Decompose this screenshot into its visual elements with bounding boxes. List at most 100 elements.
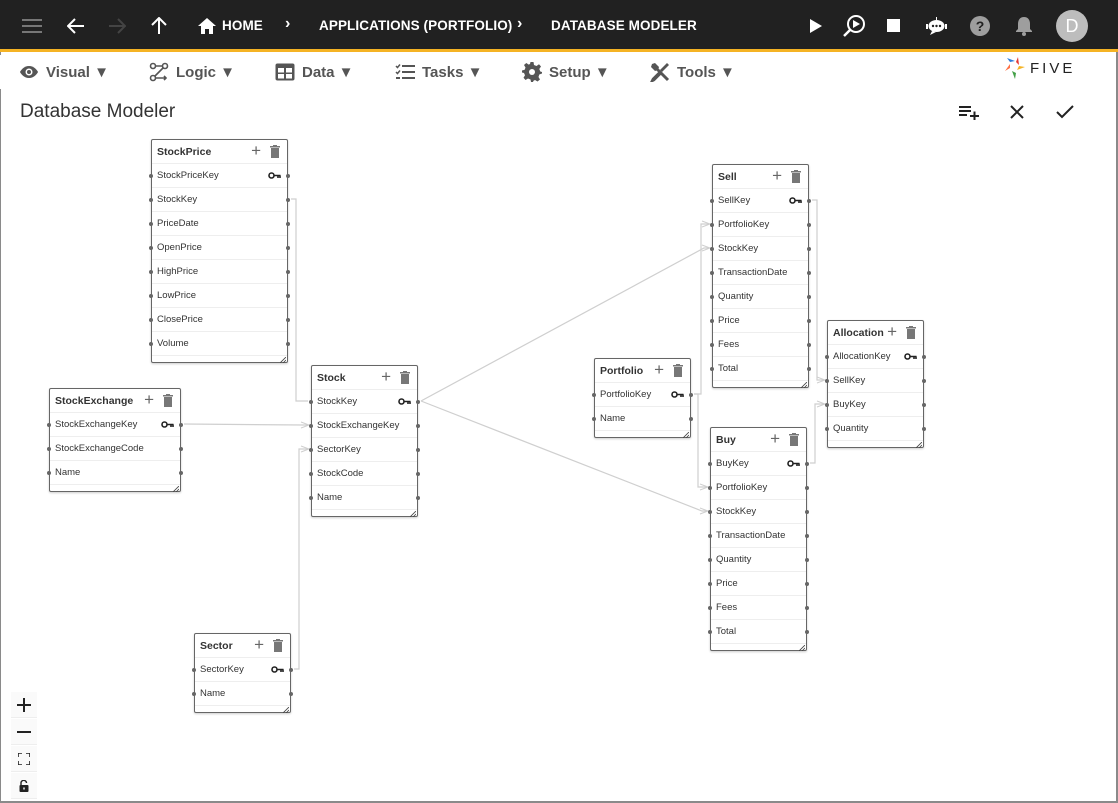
delete-entity-icon[interactable]: [791, 170, 801, 183]
chatbot-icon[interactable]: [924, 14, 948, 38]
connector-handle-right[interactable]: [286, 294, 290, 298]
field-row[interactable]: Name: [309, 486, 420, 510]
delete-entity-icon[interactable]: [400, 371, 410, 384]
delete-entity-icon[interactable]: [163, 394, 173, 407]
breadcrumb-home[interactable]: HOME: [222, 18, 263, 33]
connector-handle-right[interactable]: [689, 417, 693, 421]
resize-handle-icon[interactable]: [682, 430, 690, 439]
fit-view-button[interactable]: [11, 746, 37, 772]
menu-tools[interactable]: Tools ▼: [650, 61, 735, 83]
notifications-icon[interactable]: [1012, 14, 1036, 38]
add-field-icon[interactable]: +: [654, 361, 664, 378]
connector-handle-right[interactable]: [805, 630, 809, 634]
entity-buy[interactable]: Buy + BuyKey PortfolioKey StockKey Transactio…: [708, 427, 809, 652]
entity-header[interactable]: Portfolio +: [595, 359, 690, 383]
entity-header[interactable]: Buy +: [711, 428, 806, 452]
connector-handle-left[interactable]: [708, 462, 712, 466]
entity-allocation[interactable]: Allocation + AllocationKey SellKey BuyKey Qua…: [825, 320, 926, 449]
debug-run-icon[interactable]: [842, 14, 866, 38]
zoom-out-button[interactable]: [11, 719, 37, 745]
connector-handle-right[interactable]: [805, 534, 809, 538]
connector-handle-right[interactable]: [807, 319, 811, 323]
field-row[interactable]: Name: [592, 407, 693, 431]
add-field-icon[interactable]: +: [254, 636, 264, 653]
connector-handle-left[interactable]: [149, 318, 153, 322]
field-row[interactable]: Name: [47, 461, 183, 485]
field-row[interactable]: SectorKey: [192, 658, 293, 682]
field-row[interactable]: StockKey: [708, 500, 809, 524]
connector-handle-left[interactable]: [149, 174, 153, 178]
connector-handle-left[interactable]: [592, 417, 596, 421]
connector-handle-right[interactable]: [179, 447, 183, 451]
check-icon[interactable]: [1054, 101, 1076, 123]
entity-portfolio[interactable]: Portfolio + PortfolioKey Name: [592, 358, 693, 439]
field-row[interactable]: PriceDate: [149, 212, 290, 236]
field-row[interactable]: HighPrice: [149, 260, 290, 284]
stop-icon[interactable]: [882, 14, 906, 38]
connector-handle-right[interactable]: [807, 271, 811, 275]
connector-handle-right[interactable]: [286, 270, 290, 274]
connector-handle-right[interactable]: [416, 400, 420, 404]
connector-handle-right[interactable]: [286, 222, 290, 226]
connector-handle-left[interactable]: [710, 367, 714, 371]
connector-handle-left[interactable]: [309, 496, 313, 500]
connector-handle-right[interactable]: [286, 342, 290, 346]
add-field-icon[interactable]: +: [381, 368, 391, 385]
connector-handle-right[interactable]: [807, 295, 811, 299]
connector-handle-left[interactable]: [47, 447, 51, 451]
connector-handle-left[interactable]: [149, 342, 153, 346]
connector-handle-right[interactable]: [179, 471, 183, 475]
connector-handle-left[interactable]: [710, 319, 714, 323]
field-row[interactable]: StockKey: [309, 390, 420, 414]
resize-handle-icon[interactable]: [915, 440, 923, 449]
add-field-icon[interactable]: +: [144, 391, 154, 408]
add-field-icon[interactable]: +: [251, 142, 261, 159]
connector-handle-left[interactable]: [309, 400, 313, 404]
resize-handle-icon[interactable]: [282, 705, 290, 714]
field-row[interactable]: OpenPrice: [149, 236, 290, 260]
entity-header[interactable]: StockExchange +: [50, 389, 180, 413]
connector-handle-right[interactable]: [286, 246, 290, 250]
resize-handle-icon[interactable]: [798, 643, 806, 652]
menu-data[interactable]: Data ▼: [275, 61, 354, 83]
field-row[interactable]: Fees: [708, 596, 809, 620]
delete-entity-icon[interactable]: [673, 364, 683, 377]
field-row[interactable]: StockExchangeKey: [47, 413, 183, 437]
delete-entity-icon[interactable]: [906, 326, 916, 339]
connector-handle-left[interactable]: [825, 379, 829, 383]
field-row[interactable]: PortfolioKey: [592, 383, 693, 407]
entity-sector[interactable]: Sector + SectorKey Name: [192, 633, 293, 714]
entity-header[interactable]: Allocation +: [828, 321, 923, 345]
connector-handle-right[interactable]: [805, 558, 809, 562]
entity-stockexchange[interactable]: StockExchange + StockExchangeKey StockExcha…: [47, 388, 183, 493]
lock-button[interactable]: [11, 773, 37, 799]
connector-handle-right[interactable]: [416, 424, 420, 428]
menu-visual[interactable]: Visual ▼: [19, 61, 109, 83]
connector-handle-left[interactable]: [192, 692, 196, 696]
connector-handle-left[interactable]: [309, 448, 313, 452]
connector-handle-left[interactable]: [710, 343, 714, 347]
connector-handle-right[interactable]: [805, 462, 809, 466]
entity-header[interactable]: Sector +: [195, 634, 290, 658]
field-row[interactable]: StockExchangeCode: [47, 437, 183, 461]
field-row[interactable]: PortfolioKey: [710, 213, 811, 237]
forward-arrow-icon[interactable]: [105, 14, 129, 38]
connector-handle-left[interactable]: [710, 247, 714, 251]
close-icon[interactable]: [1006, 101, 1028, 123]
menu-setup[interactable]: Setup ▼: [522, 61, 610, 83]
connector-handle-right[interactable]: [807, 367, 811, 371]
field-row[interactable]: Quantity: [708, 548, 809, 572]
field-row[interactable]: SellKey: [825, 369, 926, 393]
connector-handle-right[interactable]: [922, 379, 926, 383]
help-icon[interactable]: ?: [968, 14, 992, 38]
connector-handle-left[interactable]: [825, 355, 829, 359]
connector-handle-right[interactable]: [805, 606, 809, 610]
connector-handle-right[interactable]: [289, 668, 293, 672]
connector-handle-left[interactable]: [825, 427, 829, 431]
connector-handle-left[interactable]: [708, 606, 712, 610]
zoom-in-button[interactable]: [11, 692, 37, 718]
connector-handle-left[interactable]: [708, 510, 712, 514]
user-avatar[interactable]: D: [1056, 10, 1088, 42]
delete-entity-icon[interactable]: [270, 145, 280, 158]
field-row[interactable]: StockKey: [710, 237, 811, 261]
